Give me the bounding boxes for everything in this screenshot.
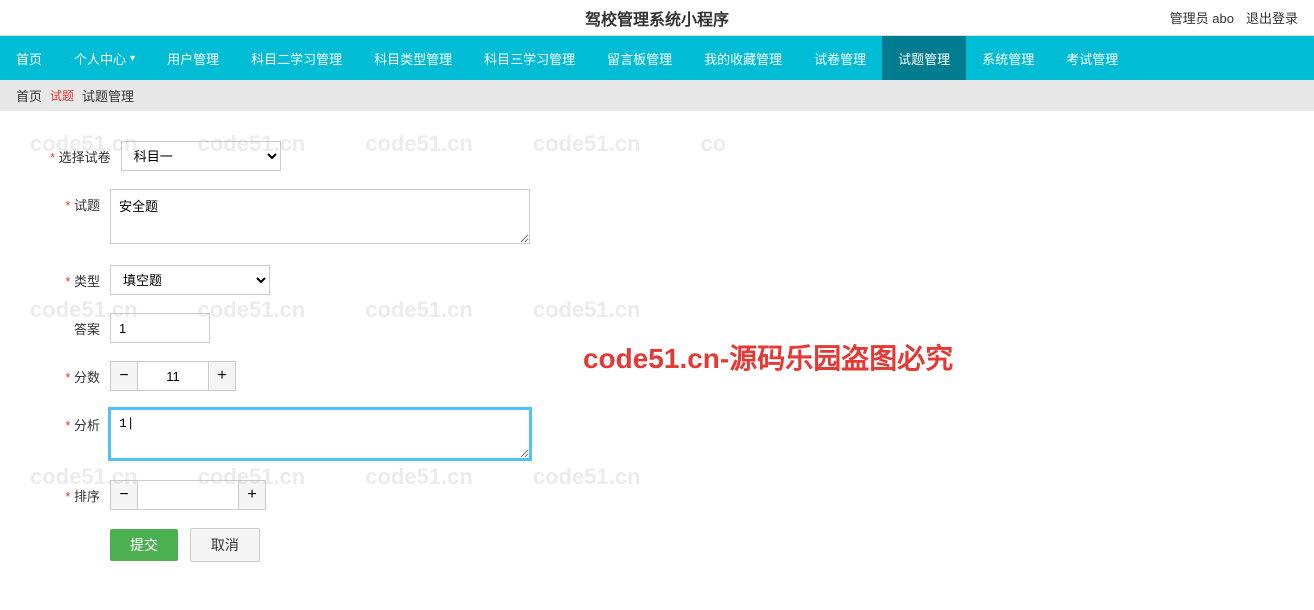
answer-input[interactable] — [110, 313, 210, 343]
order-minus-button[interactable]: − — [110, 480, 138, 510]
admin-label: 管理员 abo — [1170, 8, 1234, 27]
select-exam-label: 选择试卷 — [50, 141, 121, 166]
nav-item-personal[interactable]: 个人中心 ▾ — [58, 36, 151, 80]
analysis-textarea[interactable]: 1| — [110, 409, 530, 459]
nav-bar: 首页 个人中心 ▾ 用户管理 科目二学习管理 科目类型管理 科目三学习管理 留言… — [0, 36, 1314, 80]
big-watermark-text: code51.cn-源码乐园盗图必究 — [583, 337, 953, 377]
score-plus-button[interactable]: + — [208, 361, 236, 391]
order-plus-button[interactable]: + — [238, 480, 266, 510]
type-select[interactable]: 填空题 单选题 多选题 判断题 — [110, 265, 270, 295]
type-label: 类型 — [50, 265, 110, 290]
nav-item-exam[interactable]: 考试管理 — [1050, 36, 1134, 80]
nav-item-paper[interactable]: 试卷管理 — [798, 36, 882, 80]
order-label: 排序 — [50, 480, 110, 505]
breadcrumb-highlight: 试题 — [50, 87, 74, 104]
analysis-row: 分析 1| — [50, 409, 610, 462]
header-right: 管理员 abo 退出登录 — [1170, 8, 1298, 27]
nav-item-favorites[interactable]: 我的收藏管理 — [688, 36, 798, 80]
type-row: 类型 填空题 单选题 多选题 判断题 — [50, 265, 610, 295]
cancel-button[interactable]: 取消 — [190, 528, 260, 562]
breadcrumb-home[interactable]: 首页 — [16, 86, 42, 105]
nav-item-message[interactable]: 留言板管理 — [591, 36, 688, 80]
breadcrumb-current: 试题管理 — [82, 86, 134, 105]
order-control: − + — [110, 480, 610, 510]
top-header: 驾校管理系统小程序 管理员 abo 退出登录 — [0, 0, 1314, 36]
answer-row: 答案 — [50, 313, 610, 343]
order-row: 排序 − + — [50, 480, 610, 510]
logout-button[interactable]: 退出登录 — [1246, 8, 1298, 27]
analysis-control: 1| — [110, 409, 610, 462]
question-row: 试题 安全题 — [50, 189, 610, 247]
site-title: 驾校管理系统小程序 — [585, 6, 729, 30]
score-control: − + — [110, 361, 610, 391]
nav-item-users[interactable]: 用户管理 — [151, 36, 235, 80]
select-exam-control: 科目一 科目二 科目三 — [121, 141, 610, 171]
nav-item-subject2[interactable]: 科目二学习管理 — [235, 36, 358, 80]
buttons-control: 提交 取消 — [110, 528, 610, 562]
question-control: 安全题 — [110, 189, 610, 247]
question-label: 试题 — [50, 189, 110, 214]
type-control: 填空题 单选题 多选题 判断题 — [110, 265, 610, 295]
main-content: code51.cn code51.cn code51.cn code51.cn … — [0, 111, 1314, 610]
breadcrumb: 首页 试题 试题管理 — [0, 80, 1314, 111]
nav-item-home[interactable]: 首页 — [0, 36, 58, 80]
analysis-label: 分析 — [50, 409, 110, 434]
score-stepper: − + — [110, 361, 610, 391]
score-input[interactable] — [138, 361, 208, 391]
answer-label: 答案 — [50, 313, 110, 338]
buttons-row: 提交 取消 — [50, 528, 610, 562]
score-row: 分数 − + — [50, 361, 610, 391]
select-exam-input[interactable]: 科目一 科目二 科目三 — [121, 141, 281, 171]
score-minus-button[interactable]: − — [110, 361, 138, 391]
question-textarea[interactable]: 安全题 — [110, 189, 530, 244]
answer-control — [110, 313, 610, 343]
order-stepper: − + — [110, 480, 610, 510]
submit-button[interactable]: 提交 — [110, 529, 178, 561]
nav-item-subject3[interactable]: 科目三学习管理 — [468, 36, 591, 80]
chevron-down-icon: ▾ — [130, 53, 135, 64]
form-container: 选择试卷 科目一 科目二 科目三 试题 安全题 类型 填空题 单选题 — [30, 131, 630, 590]
order-input[interactable] — [138, 480, 238, 510]
select-exam-row: 选择试卷 科目一 科目二 科目三 — [50, 141, 610, 171]
score-label: 分数 — [50, 361, 110, 386]
nav-item-question[interactable]: 试题管理 — [882, 36, 966, 80]
nav-item-system[interactable]: 系统管理 — [966, 36, 1050, 80]
nav-item-subject-type[interactable]: 科目类型管理 — [358, 36, 468, 80]
